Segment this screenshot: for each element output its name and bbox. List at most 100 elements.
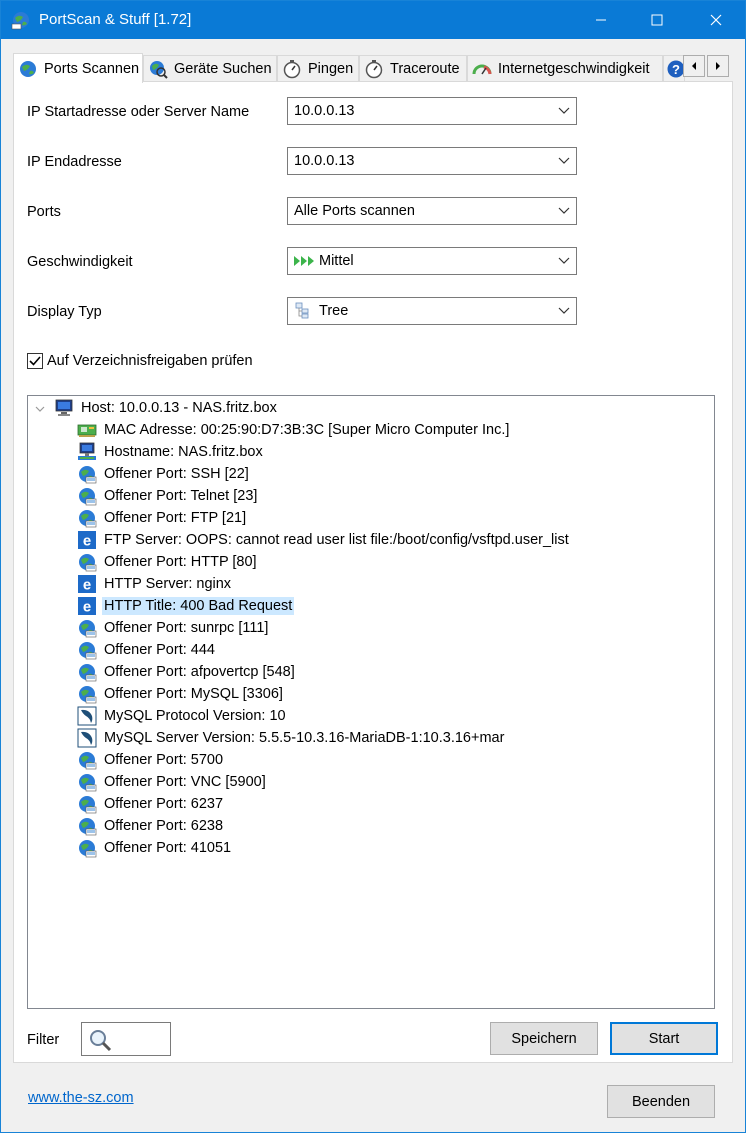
end-address-value: 10.0.0.13 (294, 153, 355, 169)
tree-child-text: Offener Port: sunrpc [111] (104, 620, 269, 636)
save-button-label: Speichern (511, 1030, 577, 1047)
chevron-down-icon (558, 157, 570, 164)
maximize-button[interactable] (634, 1, 680, 39)
tree-child-node[interactable]: Offener Port: 6238 (77, 815, 225, 837)
browser-e-icon: e (78, 531, 96, 550)
tree-child-node[interactable]: Offener Port: VNC [5900] (77, 771, 268, 793)
exit-button-label: Beenden (631, 1093, 691, 1110)
globe-icon (79, 510, 97, 528)
app-window: PortScan & Stuff [1.72] Ports Scannen Ge… (0, 0, 746, 1133)
tree-child-node[interactable]: Offener Port: 41051 (77, 837, 233, 859)
filter-input[interactable] (81, 1022, 171, 1056)
tab-label: Traceroute (390, 60, 460, 77)
tree-child-node[interactable]: e FTP Server: OOPS: cannot read user list… (77, 529, 571, 551)
tree-child-node[interactable]: Offener Port: 444 (77, 639, 217, 661)
computer-icon (55, 399, 73, 416)
display-type-combo[interactable]: Tree (287, 297, 577, 325)
tree-child-node[interactable]: Hostname: NAS.fritz.box (77, 441, 265, 463)
svg-text:e: e (83, 599, 91, 616)
globe-icon (79, 620, 97, 638)
chevron-down-icon (558, 207, 570, 214)
tree-view-icon (294, 302, 316, 320)
tree-child-node[interactable]: Offener Port: 6237 (77, 793, 225, 815)
end-address-label: IP Endadresse (27, 154, 122, 170)
ports-label: Ports (27, 204, 61, 220)
ports-value: Alle Ports scannen (294, 203, 415, 219)
tree-child-text: FTP Server: OOPS: cannot read user list … (104, 532, 569, 548)
start-address-combo[interactable]: 10.0.0.13 (287, 97, 577, 125)
svg-text:e: e (83, 577, 91, 594)
tree-child-text: Offener Port: HTTP [80] (104, 554, 257, 570)
end-address-combo[interactable]: 10.0.0.13 (287, 147, 577, 175)
arrow-right-icon (716, 62, 720, 70)
speed-combo[interactable]: Mittel (287, 247, 577, 275)
ports-combo[interactable]: Alle Ports scannen (287, 197, 577, 225)
tree-child-node[interactable]: Offener Port: afpovertcp [548] (77, 661, 297, 683)
speed-value: Mittel (319, 253, 354, 269)
filter-label: Filter (27, 1032, 60, 1048)
close-button[interactable] (693, 1, 739, 39)
globe-icon (79, 554, 97, 572)
tree-child-node[interactable]: MySQL Server Version: 5.5.5-10.3.16-Mari… (77, 727, 506, 749)
tab-pingen[interactable]: Pingen (277, 55, 359, 81)
tree-child-text: Offener Port: MySQL [3306] (104, 686, 283, 702)
tree-child-node[interactable]: e HTTP Title: 400 Bad Request (77, 595, 295, 617)
tree-child-text: Offener Port: FTP [21] (104, 510, 247, 526)
tree-child-node[interactable]: Offener Port: Telnet [23] (77, 485, 259, 507)
tree-child-node[interactable]: e HTTP Server: nginx (77, 573, 233, 595)
minimize-button[interactable] (578, 1, 624, 39)
globe-icon (79, 818, 97, 836)
display-type-label: Display Typ (27, 304, 102, 320)
tree-child-text: Offener Port: 6238 (104, 818, 224, 834)
tree-child-text: Offener Port: VNC [5900] (104, 774, 266, 790)
start-button-label: Start (648, 1030, 680, 1047)
display-type-value: Tree (319, 303, 349, 319)
stopwatch-icon (283, 59, 301, 78)
tree-child-node[interactable]: Offener Port: 5700 (77, 749, 225, 771)
search-icon (90, 1030, 112, 1052)
tree-child-node[interactable]: Offener Port: MySQL [3306] (77, 683, 285, 705)
tab-internetgeschwindigkeit[interactable]: Internetgeschwindigkeit (467, 55, 663, 81)
globe-icon (79, 488, 97, 506)
tab-traceroute[interactable]: Traceroute (359, 55, 467, 81)
tree-child-text: Offener Port: 41051 (104, 840, 232, 856)
save-button[interactable]: Speichern (490, 1022, 598, 1055)
tab-ports-scannen[interactable]: Ports Scannen (13, 53, 143, 83)
result-tree[interactable]: Host: 10.0.0.13 - NAS.fritz.box MAC Adre… (27, 395, 715, 1009)
tree-child-node[interactable]: MySQL Protocol Version: 10 (77, 705, 288, 727)
tab-geraete-suchen[interactable]: Geräte Suchen (143, 55, 277, 81)
website-link[interactable]: www.the-sz.com (28, 1090, 134, 1106)
svg-text:e: e (83, 533, 91, 550)
share-check-checkbox[interactable] (27, 353, 43, 369)
start-button[interactable]: Start (610, 1022, 718, 1055)
window-title: PortScan & Stuff [1.72] (39, 11, 192, 28)
chevron-down-icon (558, 257, 570, 264)
fast-forward-icon (294, 252, 316, 270)
tab-scroll-right-button[interactable] (707, 55, 729, 77)
globe-icon (79, 796, 97, 814)
tree-child-node[interactable]: MAC Adresse: 00:25:90:D7:3B:3C [Super Mi… (77, 419, 511, 441)
tree-child-node[interactable]: Offener Port: HTTP [80] (77, 551, 259, 573)
tree-child-text: MAC Adresse: 00:25:90:D7:3B:3C [Super Mi… (104, 422, 510, 438)
exit-button[interactable]: Beenden (607, 1085, 715, 1118)
tree-child-node[interactable]: Offener Port: SSH [22] (77, 463, 251, 485)
tree-child-node[interactable]: Offener Port: sunrpc [111] (77, 617, 270, 639)
tree-root-node[interactable]: Host: 10.0.0.13 - NAS.fritz.box (54, 397, 279, 419)
chevron-down-icon (558, 307, 570, 314)
close-icon (710, 14, 722, 26)
speed-label: Geschwindigkeit (27, 254, 133, 270)
mysql-dolphin-icon (77, 728, 97, 748)
globe-icon (79, 466, 97, 484)
app-globe-icon (11, 12, 29, 30)
tree-child-node[interactable]: Offener Port: FTP [21] (77, 507, 248, 529)
start-address-label: IP Startadresse oder Server Name (27, 104, 250, 120)
tab-label: Geräte Suchen (174, 60, 272, 77)
collapse-chevron-icon[interactable] (35, 404, 45, 414)
stopwatch-icon (365, 59, 383, 78)
globe-icon (79, 840, 97, 858)
tab-scroll-left-button[interactable] (683, 55, 705, 77)
tab-strip: Ports Scannen Geräte Suchen Pingen Trace… (13, 53, 733, 83)
globe-icon (79, 752, 97, 770)
tab-help[interactable]: ? (663, 55, 685, 81)
browser-e-icon: e (78, 597, 96, 616)
